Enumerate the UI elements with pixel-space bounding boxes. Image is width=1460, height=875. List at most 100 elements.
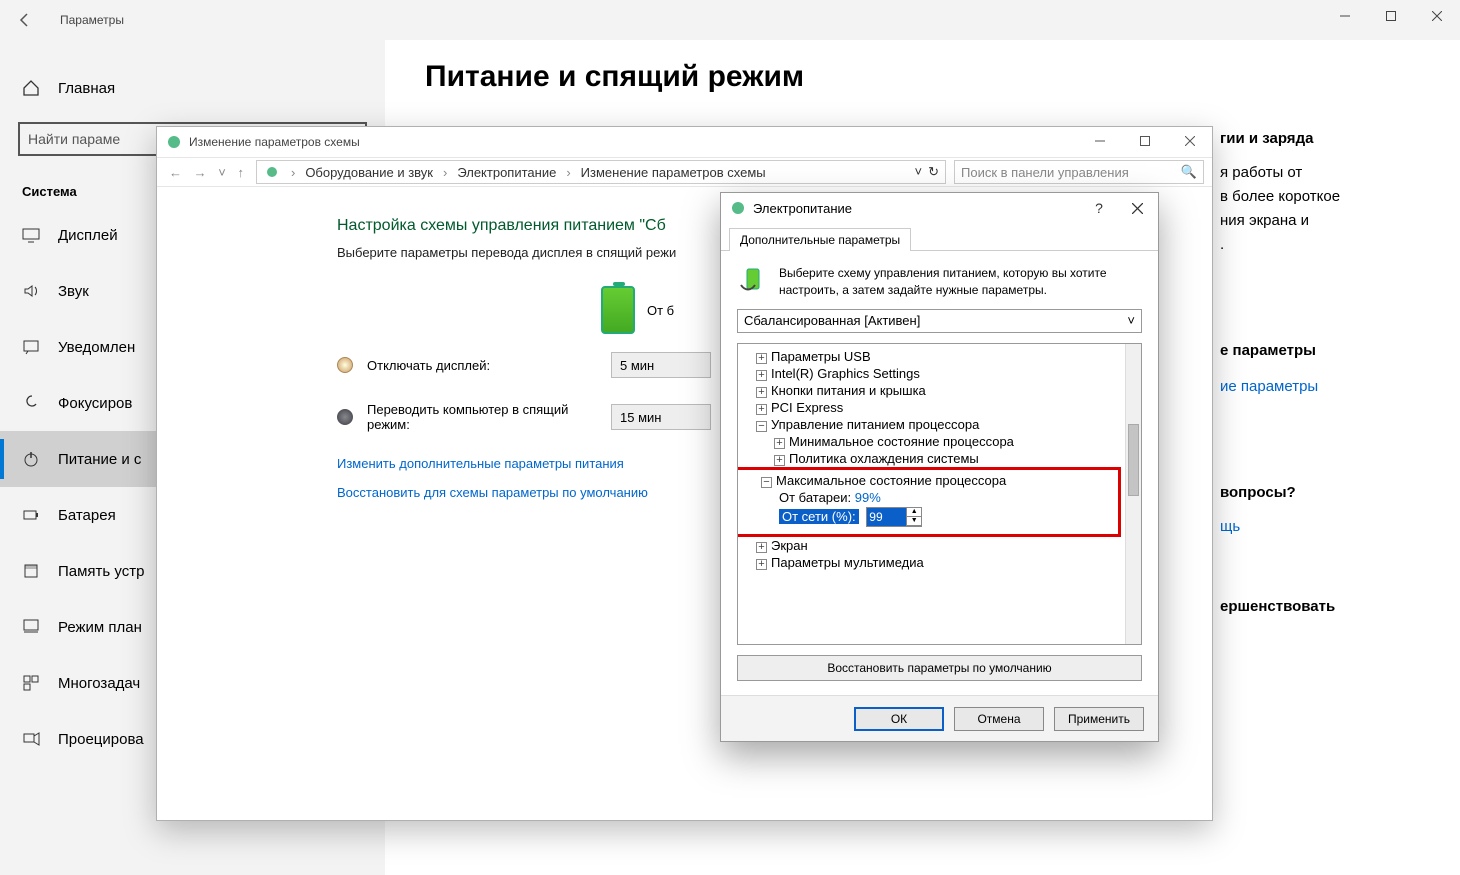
nav-fwd-icon[interactable]: → <box>190 165 211 180</box>
dropdown-icon[interactable]: ˅ <box>915 164 923 180</box>
cancel-button[interactable]: Отмена <box>954 707 1044 731</box>
tree-cpu-min[interactable]: Минимальное состояние процессора <box>789 434 1014 449</box>
settings-tree[interactable]: +Параметры USB +Intel(R) Graphics Settin… <box>737 343 1142 645</box>
right-link-1[interactable]: ие параметры <box>1220 376 1430 399</box>
battery-plug-icon <box>737 265 769 297</box>
sidebar-item-label: Дисплей <box>58 227 118 244</box>
battery-icon <box>729 199 747 217</box>
sidebar-item-label: Уведомлен <box>58 339 135 356</box>
minimize-button[interactable] <box>1322 0 1368 32</box>
tree-usb[interactable]: Параметры USB <box>771 349 871 364</box>
battery-icon <box>165 133 183 151</box>
sleep-icon <box>337 409 353 425</box>
spin-down-icon[interactable]: ▼ <box>907 517 921 526</box>
display-icon <box>337 357 353 373</box>
tree-pci[interactable]: PCI Express <box>771 400 843 415</box>
right-text-1d: . <box>1220 234 1430 257</box>
sidebar-icon-9 <box>22 730 40 748</box>
nav-back-icon[interactable]: ← <box>165 165 186 180</box>
sidebar-icon-6 <box>22 562 40 580</box>
page-title: Питание и спящий режим <box>425 60 1420 94</box>
right-text-1a: я работы от <box>1220 162 1430 185</box>
on-battery-value[interactable]: 99% <box>855 490 881 505</box>
home-icon <box>22 79 40 97</box>
dlg-title-text: Электропитание <box>753 201 852 216</box>
sidebar-icon-8 <box>22 674 40 692</box>
crumb-2[interactable]: Изменение параметров схемы <box>581 165 766 180</box>
tree-cpu[interactable]: Управление питанием процессора <box>771 417 979 432</box>
tree-buttons[interactable]: Кнопки питания и крышка <box>771 383 926 398</box>
sidebar-icon-4 <box>22 450 40 468</box>
tree-screen[interactable]: Экран <box>771 538 808 553</box>
close-button[interactable] <box>1414 0 1460 32</box>
cp-close-button[interactable] <box>1167 127 1212 155</box>
sidebar-item-label: Проецирова <box>58 731 144 748</box>
right-heading-4: ершенствовать <box>1220 596 1430 619</box>
spin-up-icon[interactable]: ▲ <box>907 508 921 517</box>
cp-maximize-button[interactable] <box>1122 127 1167 155</box>
search-placeholder: Найти параме <box>28 131 120 147</box>
ok-button[interactable]: ОК <box>854 707 944 731</box>
right-text-1c: ния экрана и <box>1220 210 1430 233</box>
on-ac-label[interactable]: От сети (%): <box>779 509 859 524</box>
sidebar-item-label: Многозадач <box>58 675 140 692</box>
sidebar-home-label: Главная <box>58 80 115 97</box>
sidebar-icon-0 <box>22 226 40 244</box>
tree-cool[interactable]: Политика охлаждения системы <box>789 451 979 466</box>
tree-intel[interactable]: Intel(R) Graphics Settings <box>771 366 920 381</box>
cp-minimize-button[interactable] <box>1077 127 1122 155</box>
dlg-close-button[interactable] <box>1122 197 1152 219</box>
right-text-1b: в более короткое <box>1220 186 1430 209</box>
crumb-1[interactable]: Электропитание <box>457 165 556 180</box>
settings-title: Параметры <box>60 13 124 27</box>
chevron-down-icon: ˅ <box>1127 313 1135 328</box>
maximize-button[interactable] <box>1368 0 1414 32</box>
row-sleep-label: Переводить компьютер в спящий режим: <box>367 402 597 432</box>
restore-defaults-button[interactable]: Восстановить параметры по умолчанию <box>737 655 1142 681</box>
on-ac-spinner[interactable]: ▲▼ <box>866 507 922 527</box>
power-plan-combo[interactable]: Сбалансированная [Активен] ˅ <box>737 309 1142 333</box>
cp-title-text: Изменение параметров схемы <box>189 135 360 149</box>
refresh-icon[interactable]: ↻ <box>928 164 939 180</box>
right-heading-3: вопросы? <box>1220 482 1430 505</box>
battery-big-icon <box>601 286 635 334</box>
right-link-2[interactable]: щь <box>1220 516 1430 539</box>
tree-cpu-max[interactable]: Максимальное состояние процессора <box>776 473 1006 488</box>
row-display-dropdown[interactable]: 5 мин <box>611 352 711 378</box>
sidebar-item-label: Память устр <box>58 563 144 580</box>
apply-button[interactable]: Применить <box>1054 707 1144 731</box>
highlight-box: −Максимальное состояние процессора От ба… <box>738 467 1121 537</box>
back-button[interactable] <box>0 0 50 40</box>
battery-icon-small <box>263 163 281 181</box>
cp-titlebar: Изменение параметров схемы <box>157 127 1212 157</box>
on-ac-input[interactable] <box>867 508 907 526</box>
sidebar-icon-1 <box>22 282 40 300</box>
sidebar-icon-5 <box>22 506 40 524</box>
dlg-tabstrip: Дополнительные параметры <box>721 223 1158 251</box>
dlg-help-button[interactable]: ? <box>1084 197 1114 219</box>
dlg-footer: ОК Отмена Применить <box>721 695 1158 741</box>
right-heading-2: е параметры <box>1220 340 1430 363</box>
breadcrumb-bar[interactable]: › Оборудование и звук › Электропитание ›… <box>256 160 946 184</box>
tree-scrollbar[interactable] <box>1125 344 1141 644</box>
crumb-0[interactable]: Оборудование и звук <box>305 165 433 180</box>
nav-dropdown-icon[interactable]: ˅ <box>214 165 230 180</box>
nav-up-icon[interactable]: ↑ <box>233 165 248 180</box>
battery-col-label: От б <box>647 303 674 318</box>
nav-arrows[interactable]: ← → ˅ ↑ <box>165 165 248 180</box>
settings-titlebar: Параметры <box>0 0 1460 40</box>
sidebar-item-label: Звук <box>58 283 89 300</box>
row-sleep-dropdown[interactable]: 15 мин <box>611 404 711 430</box>
sidebar-item-label: Фокусиров <box>58 395 132 412</box>
sidebar-icon-2 <box>22 338 40 356</box>
sidebar-item-label: Питание и с <box>58 451 141 468</box>
cp-search-input[interactable]: Поиск в панели управления 🔍 <box>954 160 1204 184</box>
dlg-desc: Выберите схему управления питанием, кото… <box>737 265 1142 299</box>
tree-multimedia[interactable]: Параметры мультимедиа <box>771 555 924 570</box>
sidebar-icon-7 <box>22 618 40 636</box>
tab-advanced[interactable]: Дополнительные параметры <box>729 228 911 251</box>
sidebar-home[interactable]: Главная <box>0 60 385 116</box>
power-options-dialog: Электропитание ? Дополнительные параметр… <box>720 192 1159 742</box>
search-icon: 🔍 <box>1181 164 1197 180</box>
row-display-label: Отключать дисплей: <box>367 358 597 373</box>
